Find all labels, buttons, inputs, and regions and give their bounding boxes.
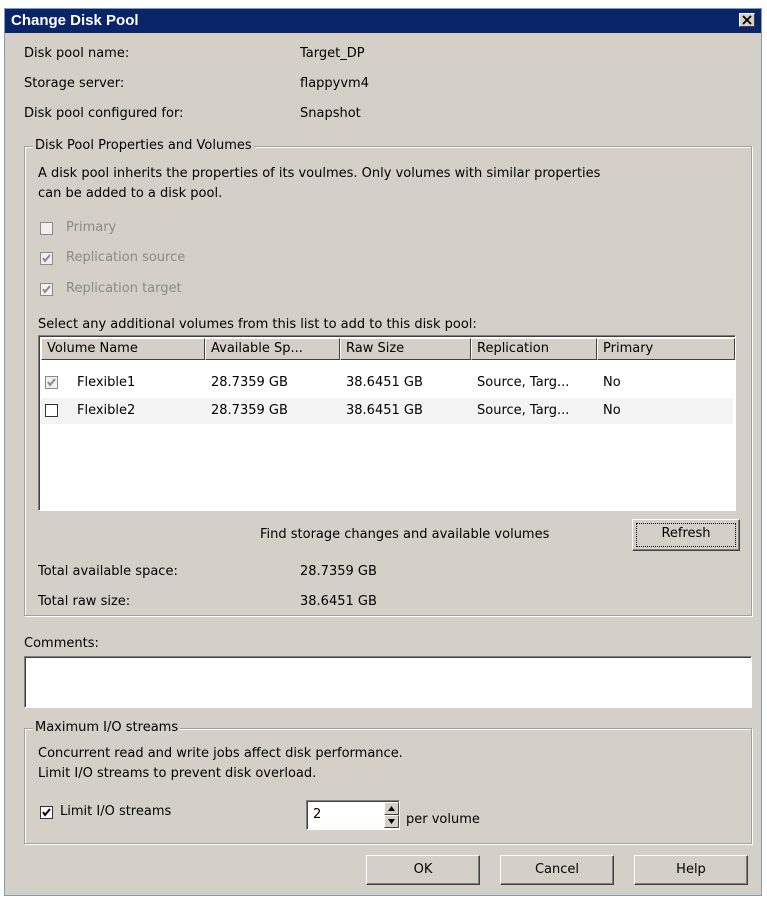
volume-name-cell: Flexible1 — [77, 375, 136, 390]
disk-pool-name-value: Target_DP — [300, 46, 365, 61]
dialog-title: Change Disk Pool — [11, 12, 139, 29]
volumes-list[interactable]: Volume Name Available Sp... Raw Size Rep… — [38, 335, 736, 511]
help-button[interactable]: Help — [634, 855, 748, 885]
io-description-line1: Concurrent read and write jobs affect di… — [38, 746, 403, 761]
disk-pool-name-label: Disk pool name: — [24, 46, 130, 61]
spin-down-button[interactable] — [384, 815, 399, 828]
row-checkbox[interactable] — [45, 404, 58, 417]
primary-checkbox[interactable] — [40, 222, 53, 235]
replication-target-label: Replication target — [66, 281, 182, 296]
close-icon — [742, 15, 752, 25]
total-available-space-value: 28.7359 GB — [300, 564, 377, 579]
io-streams-value: 2 — [313, 807, 322, 822]
primary-label: Primary — [66, 220, 117, 235]
storage-server-value: flappyvm4 — [300, 76, 369, 91]
spin-up-button[interactable] — [384, 802, 399, 815]
available-space-cell: 28.7359 GB — [211, 403, 288, 418]
select-volumes-label: Select any additional volumes from this … — [38, 317, 477, 332]
comments-field[interactable] — [24, 656, 752, 708]
configured-for-value: Snapshot — [300, 106, 361, 121]
close-button[interactable] — [739, 13, 755, 27]
replication-target-checkbox[interactable] — [40, 283, 53, 296]
total-available-space-label: Total available space: — [38, 564, 178, 579]
column-available-space[interactable]: Available Sp... — [205, 338, 340, 360]
volumes-list-header: Volume Name Available Sp... Raw Size Rep… — [41, 338, 735, 360]
arrow-up-icon — [388, 806, 395, 811]
available-space-cell: 28.7359 GB — [211, 375, 288, 390]
primary-cell: No — [603, 375, 621, 390]
column-raw-size[interactable]: Raw Size — [340, 338, 471, 360]
find-storage-changes-label: Find storage changes and available volum… — [260, 527, 550, 542]
configured-for-label: Disk pool configured for: — [24, 106, 184, 121]
title-bar[interactable]: Change Disk Pool — [5, 9, 761, 33]
primary-cell: No — [603, 403, 621, 418]
comments-label: Comments: — [24, 636, 99, 651]
refresh-button[interactable]: Refresh — [632, 519, 740, 551]
properties-group-legend: Disk Pool Properties and Volumes — [33, 138, 254, 153]
replication-source-label: Replication source — [66, 250, 186, 265]
checkmark-icon — [47, 378, 56, 387]
checkmark-icon — [42, 285, 51, 294]
storage-server-label: Storage server: — [24, 76, 125, 91]
replication-source-checkbox[interactable] — [40, 252, 53, 265]
properties-description-line2: can be added to a disk pool. — [38, 186, 223, 201]
cancel-button[interactable]: Cancel — [500, 855, 614, 885]
io-description-line2: Limit I/O streams to prevent disk overlo… — [38, 766, 317, 781]
io-streams-group-legend: Maximum I/O streams — [33, 720, 181, 735]
ok-button[interactable]: OK — [366, 855, 480, 885]
replication-cell: Source, Targ... — [477, 403, 570, 418]
row-checkbox[interactable] — [45, 376, 58, 389]
table-row[interactable]: Flexible1 28.7359 GB 38.6451 GB Source, … — [41, 370, 733, 396]
total-raw-size-value: 38.6451 GB — [300, 594, 377, 609]
column-primary[interactable]: Primary — [597, 338, 735, 360]
total-raw-size-label: Total raw size: — [38, 594, 131, 609]
replication-cell: Source, Targ... — [477, 375, 570, 390]
volume-name-cell: Flexible2 — [77, 403, 136, 418]
checkmark-icon — [42, 254, 51, 263]
per-volume-label: per volume — [406, 812, 480, 827]
properties-description-line1: A disk pool inherits the properties of i… — [38, 166, 601, 181]
raw-size-cell: 38.6451 GB — [346, 375, 423, 390]
column-replication[interactable]: Replication — [471, 338, 597, 360]
limit-io-streams-label: Limit I/O streams — [60, 804, 172, 819]
arrow-down-icon — [388, 819, 395, 824]
raw-size-cell: 38.6451 GB — [346, 403, 423, 418]
checkmark-icon — [42, 808, 51, 817]
table-row[interactable]: Flexible2 28.7359 GB 38.6451 GB Source, … — [41, 398, 733, 424]
column-volume-name[interactable]: Volume Name — [41, 338, 205, 360]
limit-io-streams-checkbox[interactable] — [40, 806, 53, 819]
